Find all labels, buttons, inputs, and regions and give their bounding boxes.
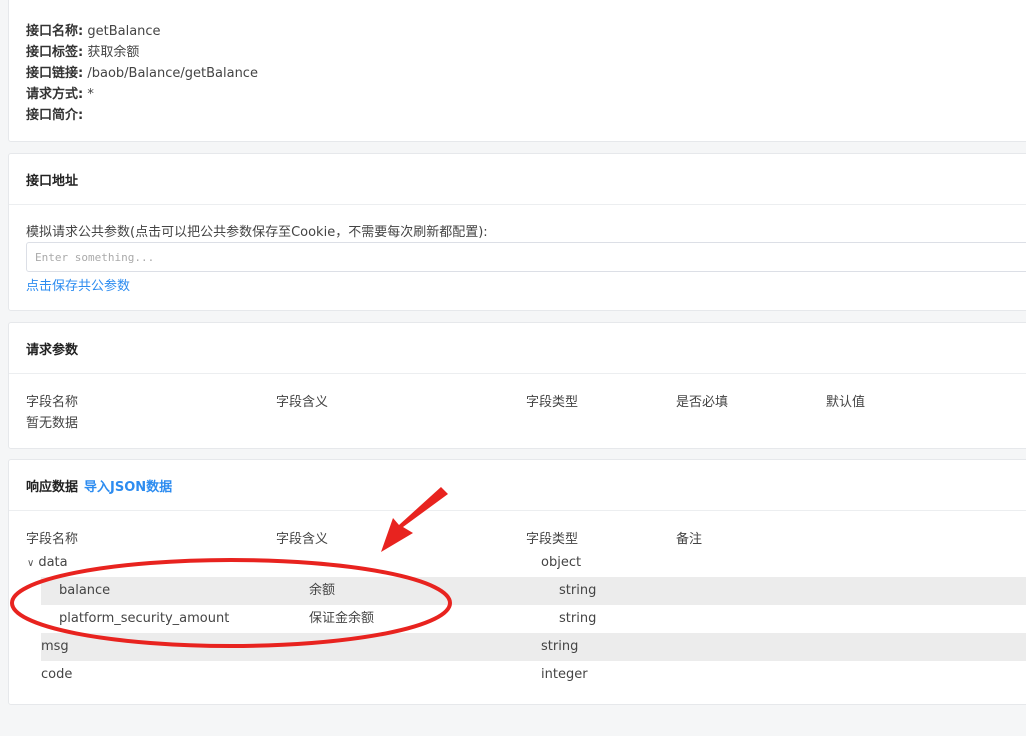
tree-row-balance: balance 余额 string	[41, 577, 1026, 605]
interface-address-card: 接口地址 模拟请求公共参数(点击可以把公共参数保存至Cookie，不需要每次刷新…	[8, 153, 1026, 311]
request-col-name: 字段名称	[26, 395, 79, 410]
info-tag-value: 获取余额	[87, 45, 140, 60]
tree-row-data-name: data	[38, 555, 68, 570]
tree-row-data[interactable]: ∨ data object	[17, 549, 1026, 577]
request-params-card: 请求参数 字段名称 字段含义 字段类型 是否必填 默认值 暂无数据	[8, 322, 1026, 449]
tree-row-code: code integer	[41, 661, 1026, 689]
import-json-link[interactable]: 导入JSON数据	[84, 476, 172, 495]
response-col-name: 字段名称	[26, 532, 79, 547]
tree-row-msg-type: string	[541, 639, 579, 654]
tree-row-code-name: code	[41, 667, 73, 682]
info-desc-label: 接口简介:	[26, 108, 84, 123]
tree-row-msg-name: msg	[41, 639, 69, 654]
response-col-remark: 备注	[676, 532, 703, 547]
tree-row-security-amount: platform_security_amount 保证金余额 string	[41, 605, 1026, 633]
address-card-title: 接口地址	[9, 154, 1026, 205]
tree-row-security-amount-type: string	[559, 611, 597, 626]
public-params-label: 模拟请求公共参数(点击可以把公共参数保存至Cookie，不需要每次刷新都配置):	[26, 225, 488, 240]
save-public-params-link[interactable]: 点击保存共公参数	[26, 275, 130, 294]
tree-row-data-type: object	[541, 555, 582, 570]
info-link-row: 接口链接: /baob/Balance/getBalance	[26, 64, 258, 84]
request-col-meaning: 字段含义	[276, 395, 329, 410]
response-col-type: 字段类型	[526, 532, 579, 547]
info-name-label: 接口名称:	[26, 24, 84, 39]
info-desc-row: 接口简介:	[26, 106, 83, 126]
request-empty-text: 暂无数据	[26, 416, 79, 431]
info-method-label: 请求方式:	[26, 87, 84, 102]
request-col-required: 是否必填	[676, 395, 729, 410]
info-link-label: 接口链接:	[26, 66, 84, 81]
tree-row-balance-type: string	[559, 583, 597, 598]
tree-row-code-type: integer	[541, 667, 588, 682]
info-link-value: /baob/Balance/getBalance	[87, 66, 258, 81]
response-card-title: 响应数据	[26, 479, 79, 495]
tree-row-security-amount-meaning: 保证金余额	[309, 611, 375, 626]
tree-row-balance-name: balance	[59, 583, 111, 598]
response-col-meaning: 字段含义	[276, 532, 329, 547]
info-tag-label: 接口标签:	[26, 45, 84, 60]
response-card-header: 响应数据 导入JSON数据	[9, 460, 1026, 511]
request-col-default: 默认值	[826, 395, 866, 410]
tree-row-msg: msg string	[41, 633, 1026, 661]
tree-row-security-amount-name: platform_security_amount	[59, 611, 230, 626]
chevron-down-icon[interactable]: ∨	[27, 558, 34, 569]
tree-row-balance-meaning: 余额	[309, 583, 336, 598]
info-method-row: 请求方式: *	[26, 85, 94, 105]
request-card-title: 请求参数	[9, 323, 1026, 374]
interface-info-card: 接口名称: getBalance 接口标签: 获取余额 接口链接: /baob/…	[8, 0, 1026, 142]
info-tag-row: 接口标签: 获取余额	[26, 43, 139, 63]
info-method-value: *	[87, 87, 94, 102]
info-name-row: 接口名称: getBalance	[26, 22, 161, 42]
public-params-input[interactable]	[26, 242, 1026, 272]
info-name-value: getBalance	[87, 24, 161, 39]
request-col-type: 字段类型	[526, 395, 579, 410]
response-data-card: 响应数据 导入JSON数据 字段名称 字段含义 字段类型 备注 ∨ data ob…	[8, 459, 1026, 705]
